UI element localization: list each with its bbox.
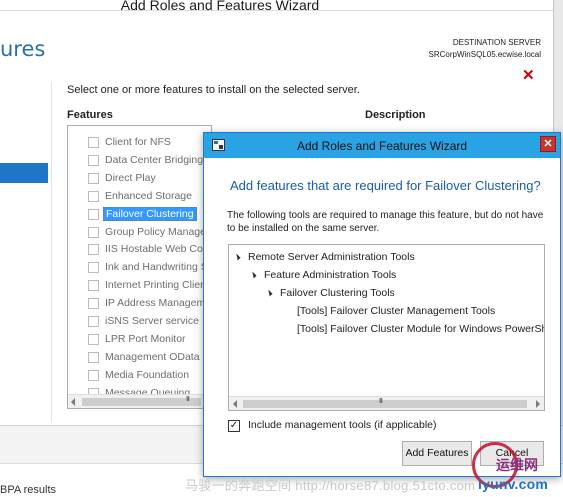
required-tools-tree[interactable]: Remote Server Administration Tools Featur… (228, 244, 545, 411)
scroll-grip: III (379, 398, 383, 405)
features-horizontal-scrollbar[interactable]: III (68, 394, 211, 408)
scroll-left-icon[interactable] (71, 398, 75, 406)
tree-node[interactable]: Feature Administration Tools (249, 269, 397, 281)
feature-label: iSNS Server service (105, 315, 199, 327)
background-window-title: Add Roles and Features Wizard (120, 0, 320, 13)
instruction-text: Select one or more features to install o… (67, 84, 360, 96)
feature-list-item[interactable]: Direct Play (68, 170, 211, 188)
tree-node[interactable]: Remote Server Administration Tools (233, 251, 415, 263)
feature-list-item[interactable]: Data Center Bridging (68, 152, 211, 170)
tree-node-label: Remote Server Administration Tools (248, 251, 415, 263)
feature-list-item[interactable]: Ink and Handwriting S (68, 259, 211, 277)
feature-label: Ink and Handwriting S (105, 261, 208, 274)
feature-list-item[interactable]: Management OData II (68, 349, 211, 367)
feature-label: Management OData II (105, 350, 209, 363)
checkmark-icon: ✓ (229, 420, 239, 431)
feature-label: LPR Port Monitor (105, 332, 186, 345)
feature-list-item[interactable]: iSNS Server service (68, 313, 211, 331)
dialog-close-button[interactable]: ✕ (540, 136, 556, 152)
tree-node[interactable]: Failover Clustering Tools (265, 287, 395, 299)
tree-node[interactable]: [Tools] Failover Cluster Module for Wind… (297, 323, 545, 335)
dialog-description: The following tools are required to mana… (227, 210, 544, 234)
feature-label: IP Address Manageme (105, 297, 212, 310)
add-features-dialog: Add Roles and Features Wizard ✕ Add feat… (203, 132, 561, 477)
feature-label: Media Foundation (105, 368, 190, 381)
feature-label: Group Policy Managem (105, 225, 212, 238)
tree-node-label: [Tools] Failover Cluster Module for Wind… (297, 323, 545, 335)
feature-checkbox[interactable] (88, 190, 99, 202)
feature-checkbox[interactable] (88, 333, 99, 345)
include-tools-checkbox[interactable]: ✓ (228, 420, 240, 432)
tree-node-label: Failover Clustering Tools (280, 287, 395, 299)
close-icon[interactable]: ✕ (522, 66, 535, 84)
tree-node-label: Feature Administration Tools (264, 269, 397, 281)
scroll-right-icon[interactable] (536, 400, 540, 408)
feature-list-item[interactable]: IIS Hostable Web Core (68, 241, 211, 259)
feature-list-item[interactable]: LPR Port Monitor (68, 331, 211, 349)
expanded-arrow-icon[interactable] (233, 253, 241, 261)
feature-checkbox[interactable] (88, 208, 99, 220)
scroll-left-icon[interactable] (233, 400, 237, 408)
feature-checkbox[interactable] (88, 244, 99, 256)
dialog-title: Add Roles and Features Wizard (296, 139, 468, 153)
tree-node-label: [Tools] Failover Cluster Management Tool… (297, 305, 496, 317)
feature-list-item[interactable]: Failover Clustering (68, 206, 211, 224)
feature-checkbox[interactable] (88, 369, 99, 381)
scroll-thumb[interactable] (82, 398, 201, 406)
sidebar-item-features[interactable] (0, 163, 48, 183)
bpa-results-tab[interactable]: BPA results (0, 484, 56, 496)
feature-list-item[interactable]: Media Foundation (68, 367, 211, 385)
destination-server-label: DESTINATION SERVER (452, 38, 541, 47)
add-features-button[interactable]: Add Features (402, 441, 472, 466)
tree-node[interactable]: [Tools] Failover Cluster Management Tool… (297, 305, 495, 317)
watermark-text: 马骏一的奔跑空间 http://horse87.blog.51cto.com (185, 478, 476, 493)
feature-list-item[interactable]: Internet Printing Clien (68, 277, 211, 295)
feature-label: Enhanced Storage (105, 189, 192, 202)
features-header: Features (67, 109, 113, 121)
include-tools-label[interactable]: Include management tools (if applicable) (248, 419, 437, 431)
page-title: ures (0, 37, 46, 61)
feature-list-item[interactable]: IP Address Manageme (68, 295, 211, 313)
feature-label: Internet Printing Clien (105, 279, 206, 292)
feature-label: Direct Play (105, 171, 156, 184)
feature-checkbox[interactable] (88, 137, 99, 148)
feature-list-item[interactable]: Group Policy Managem (68, 224, 211, 242)
feature-checkbox[interactable] (88, 298, 99, 310)
feature-label: IIS Hostable Web Core (105, 243, 212, 256)
feature-checkbox[interactable] (88, 280, 99, 292)
feature-checkbox[interactable] (88, 172, 99, 184)
feature-list-item[interactable]: Enhanced Storage (68, 188, 211, 206)
watermark-brand: 运维网 (496, 457, 538, 473)
feature-label: Client for NFS (105, 136, 171, 148)
feature-checkbox[interactable] (88, 351, 99, 363)
nav-divider (51, 82, 52, 422)
feature-list-item[interactable]: Client for NFS (68, 134, 211, 152)
destination-server-name: SRCorpWinSQL05.ecwise.local (428, 50, 542, 59)
dialog-title-bar: Add Roles and Features Wizard ✕ (204, 133, 560, 158)
feature-checkbox[interactable] (88, 262, 99, 274)
scroll-grip: III (186, 396, 190, 403)
background-title-bar: Add Roles and Features Wizard (0, 0, 553, 13)
features-list[interactable]: Client for NFS Data Center Bridging Direct… (67, 125, 212, 409)
feature-checkbox[interactable] (88, 316, 99, 327)
feature-label: Data Center Bridging (105, 153, 204, 166)
tree-horizontal-scrollbar[interactable]: III (229, 396, 544, 410)
feature-checkbox[interactable] (88, 226, 99, 238)
feature-label: Failover Clustering (103, 206, 197, 221)
feature-checkbox[interactable] (88, 154, 99, 166)
expanded-arrow-icon[interactable] (249, 271, 257, 279)
watermark-url: iyunv.com (478, 476, 549, 492)
scroll-thumb[interactable] (243, 400, 527, 408)
expanded-arrow-icon[interactable] (265, 289, 273, 297)
dialog-heading: Add features that are required for Failo… (230, 178, 541, 193)
description-header: Description (365, 109, 426, 121)
